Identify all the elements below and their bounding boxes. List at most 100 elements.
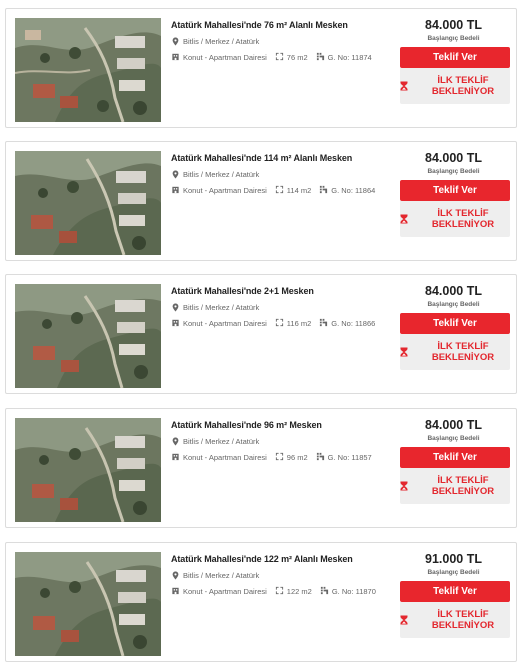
satellite-thumbnail[interactable] <box>15 552 161 656</box>
listing-title[interactable]: Atatürk Mahallesi'nde 114 m² Alanlı Mesk… <box>171 152 396 164</box>
location-text: Bitlis / Merkez / Atatürk <box>183 437 260 446</box>
awaiting-first-bid-badge: İLK TEKLİF BEKLENİYOR <box>400 68 510 104</box>
price-box: 84.000 TL Başlangıç Bedeli Teklif Ver İL… <box>400 17 510 104</box>
property-type: Konut - Apartman Dairesi <box>183 587 267 596</box>
place-bid-button[interactable]: Teklif Ver <box>400 180 510 201</box>
listing-card[interactable]: Atatürk Mahallesi'nde 2+1 Mesken Bitlis … <box>5 274 517 394</box>
listing-card[interactable]: Atatürk Mahallesi'nde 96 m² Mesken Bitli… <box>5 408 517 528</box>
place-bid-button[interactable]: Teklif Ver <box>400 47 510 68</box>
location-row: Bitlis / Merkez / Atatürk <box>171 169 396 180</box>
satellite-thumbnail[interactable] <box>15 151 161 255</box>
location-row: Bitlis / Merkez / Atatürk <box>171 570 396 581</box>
location-row: Bitlis / Merkez / Atatürk <box>171 36 396 47</box>
grid-id-icon <box>319 318 328 327</box>
awaiting-first-bid-badge: İLK TEKLİF BEKLENİYOR <box>400 201 510 237</box>
grid-id-icon <box>316 452 325 461</box>
starting-price: 84.000 TL <box>425 18 482 32</box>
area-expand-icon <box>275 452 284 461</box>
price-box: 84.000 TL Başlangıç Bedeli Teklif Ver İL… <box>400 150 510 237</box>
map-pin-icon <box>171 37 180 46</box>
listing-id: G. No: 11874 <box>327 53 372 62</box>
property-type: Konut - Apartman Dairesi <box>183 319 267 328</box>
map-pin-icon <box>171 437 180 446</box>
satellite-image <box>15 284 161 388</box>
place-bid-button[interactable]: Teklif Ver <box>400 313 510 334</box>
hourglass-icon <box>400 214 408 224</box>
listing-card[interactable]: Atatürk Mahallesi'nde 114 m² Alanlı Mesk… <box>5 141 517 261</box>
property-type: Konut - Apartman Dairesi <box>183 186 267 195</box>
price-label: Başlangıç Bedeli <box>427 168 480 175</box>
building-icon <box>171 586 180 595</box>
area-expand-icon <box>275 586 284 595</box>
place-bid-button[interactable]: Teklif Ver <box>400 447 510 468</box>
satellite-image <box>15 18 161 122</box>
listing-card[interactable]: Atatürk Mahallesi'nde 76 m² Alanlı Meske… <box>5 8 517 128</box>
map-pin-icon <box>171 303 180 312</box>
listing-id: G. No: 11866 <box>331 319 376 328</box>
price-box: 84.000 TL Başlangıç Bedeli Teklif Ver İL… <box>400 283 510 370</box>
location-row: Bitlis / Merkez / Atatürk <box>171 302 396 313</box>
awaiting-first-bid-badge: İLK TEKLİF BEKLENİYOR <box>400 602 510 638</box>
listing-title[interactable]: Atatürk Mahallesi'nde 76 m² Alanlı Meske… <box>171 19 396 31</box>
property-area: 122 m2 <box>286 587 312 596</box>
starting-price: 84.000 TL <box>425 418 482 432</box>
listing-info: Atatürk Mahallesi'nde 96 m² Mesken Bitli… <box>171 419 396 464</box>
waiting-text: İLK TEKLİF BEKLENİYOR <box>431 609 495 631</box>
price-box: 84.000 TL Başlangıç Bedeli Teklif Ver İL… <box>400 417 510 504</box>
map-pin-icon <box>171 170 180 179</box>
price-label: Başlangıç Bedeli <box>427 435 480 442</box>
awaiting-first-bid-badge: İLK TEKLİF BEKLENİYOR <box>400 468 510 504</box>
map-pin-icon <box>171 571 180 580</box>
location-text: Bitlis / Merkez / Atatürk <box>183 303 260 312</box>
property-type: Konut - Apartman Dairesi <box>183 53 267 62</box>
listing-title[interactable]: Atatürk Mahallesi'nde 96 m² Mesken <box>171 419 396 431</box>
satellite-image <box>15 418 161 522</box>
hourglass-icon <box>400 615 408 625</box>
property-area: 76 m2 <box>286 53 308 62</box>
building-icon <box>171 452 180 461</box>
property-area: 96 m2 <box>286 453 308 462</box>
hourglass-icon <box>400 481 408 491</box>
waiting-text: İLK TEKLİF BEKLENİYOR <box>431 341 495 363</box>
building-icon <box>171 185 180 194</box>
listing-title[interactable]: Atatürk Mahallesi'nde 122 m² Alanlı Mesk… <box>171 553 396 565</box>
listing-id: G. No: 11870 <box>331 587 376 596</box>
listing-info: Atatürk Mahallesi'nde 122 m² Alanlı Mesk… <box>171 553 396 598</box>
price-label: Başlangıç Bedeli <box>427 301 480 308</box>
satellite-image <box>15 151 161 255</box>
listing-info: Atatürk Mahallesi'nde 76 m² Alanlı Meske… <box>171 19 396 64</box>
satellite-thumbnail[interactable] <box>15 418 161 522</box>
details-row: Konut - Apartman Dairesi 114 m2 G. No: 118… <box>171 184 396 197</box>
listing-info: Atatürk Mahallesi'nde 114 m² Alanlı Mesk… <box>171 152 396 197</box>
satellite-thumbnail[interactable] <box>15 18 161 122</box>
listing-list: Atatürk Mahallesi'nde 76 m² Alanlı Meske… <box>0 0 527 672</box>
details-row: Konut - Apartman Dairesi 96 m2 G. No: 1185… <box>171 451 396 464</box>
location-text: Bitlis / Merkez / Atatürk <box>183 571 260 580</box>
price-box: 91.000 TL Başlangıç Bedeli Teklif Ver İL… <box>400 551 510 638</box>
grid-id-icon <box>319 185 328 194</box>
details-row: Konut - Apartman Dairesi 122 m2 G. No: 118… <box>171 585 396 598</box>
property-type: Konut - Apartman Dairesi <box>183 453 267 462</box>
satellite-thumbnail[interactable] <box>15 284 161 388</box>
hourglass-icon <box>400 81 408 91</box>
details-row: Konut - Apartman Dairesi 116 m2 G. No: 118… <box>171 317 396 330</box>
area-expand-icon <box>275 52 284 61</box>
listing-id: G. No: 11864 <box>331 186 376 195</box>
satellite-image <box>15 552 161 656</box>
waiting-text: İLK TEKLİF BEKLENİYOR <box>431 208 495 230</box>
grid-id-icon <box>316 52 325 61</box>
waiting-text: İLK TEKLİF BEKLENİYOR <box>431 475 495 497</box>
starting-price: 91.000 TL <box>425 552 482 566</box>
building-icon <box>171 52 180 61</box>
location-text: Bitlis / Merkez / Atatürk <box>183 170 260 179</box>
listing-title[interactable]: Atatürk Mahallesi'nde 2+1 Mesken <box>171 285 396 297</box>
listing-info: Atatürk Mahallesi'nde 2+1 Mesken Bitlis … <box>171 285 396 330</box>
price-label: Başlangıç Bedeli <box>427 569 480 576</box>
place-bid-button[interactable]: Teklif Ver <box>400 581 510 602</box>
building-icon <box>171 318 180 327</box>
price-label: Başlangıç Bedeli <box>427 35 480 42</box>
listing-card[interactable]: Atatürk Mahallesi'nde 122 m² Alanlı Mesk… <box>5 542 517 662</box>
property-area: 114 m2 <box>286 186 312 195</box>
property-area: 116 m2 <box>286 319 312 328</box>
grid-id-icon <box>320 586 329 595</box>
